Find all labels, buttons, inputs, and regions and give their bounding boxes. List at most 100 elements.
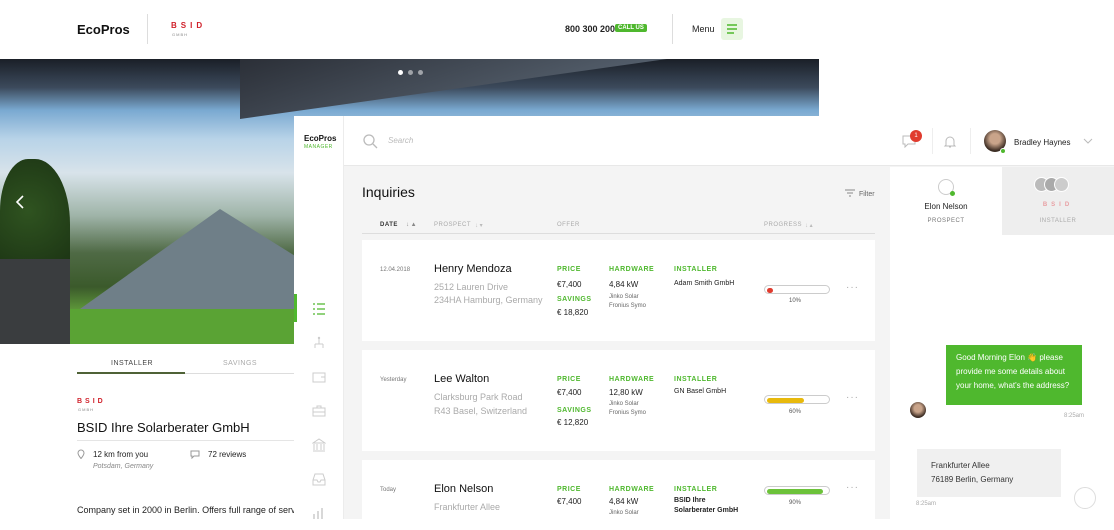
company-description: Company set in 2000 in Berlin. Offers fu… xyxy=(77,505,295,515)
column-progress[interactable]: PROGRESS xyxy=(764,222,802,228)
manager-topbar: Search 1 Bradley Haynes xyxy=(294,116,1114,166)
installer-name[interactable]: GN Basel GmbH xyxy=(674,388,726,395)
prospect-city: 234HA Hamburg, Germany xyxy=(434,295,543,305)
prospect-name[interactable]: Elon Nelson xyxy=(434,483,493,495)
more-options-icon[interactable]: ··· xyxy=(846,392,859,403)
profile-divider xyxy=(77,440,295,441)
installer-name[interactable]: Adam Smith GmbH xyxy=(674,280,734,287)
prospect-tab-label: PROSPECT xyxy=(927,218,965,224)
page-title: Inquiries xyxy=(362,184,415,200)
sort-arrows-icon[interactable]: ↓ ▴ xyxy=(805,222,813,229)
progress-fill xyxy=(767,288,773,293)
price-value: €7,400 xyxy=(557,388,582,397)
filter-icon[interactable] xyxy=(845,189,855,197)
bar-chart-icon[interactable] xyxy=(312,506,326,520)
hardware-label: HARDWARE xyxy=(609,486,655,493)
reviews-count[interactable]: 72 reviews xyxy=(208,450,246,459)
sort-arrows-icon[interactable]: ↓ ▾ xyxy=(475,222,483,229)
hamburger-icon xyxy=(727,24,737,34)
wallet-icon[interactable] xyxy=(312,370,326,384)
tab-active-indicator xyxy=(77,372,185,374)
column-offer[interactable]: OFFER xyxy=(557,222,580,228)
progress-text: 10% xyxy=(789,298,802,304)
carousel-dot-active[interactable] xyxy=(398,70,403,75)
installer-label: INSTALLER xyxy=(674,486,718,493)
tab-prospect[interactable]: Elon Nelson PROSPECT xyxy=(890,167,1002,235)
prospect-name: Elon Nelson xyxy=(924,202,968,211)
hero-lawn xyxy=(60,309,300,344)
partner-logo[interactable]: BSID xyxy=(171,21,206,30)
user-chat-avatar[interactable] xyxy=(1074,487,1096,509)
installer-name-line2[interactable]: Solarberater GmbH xyxy=(674,507,738,514)
message-line: 76189 Berlin, Germany xyxy=(931,475,1014,484)
partner-logo-sub: GMBH xyxy=(172,32,188,37)
tab-installer[interactable]: BSID INSTALLER xyxy=(1002,167,1114,235)
prospect-city: R43 Basel, Switzerland xyxy=(434,406,528,416)
more-options-icon[interactable]: ··· xyxy=(846,282,859,293)
chevron-left-icon[interactable] xyxy=(14,194,26,210)
savings-value: € 18,820 xyxy=(557,308,589,317)
tab-divider xyxy=(185,373,295,374)
savings-label: SAVINGS xyxy=(557,407,592,414)
hierarchy-icon[interactable] xyxy=(312,336,326,350)
hardware-kw: 4,84 kW xyxy=(609,497,639,506)
call-us-badge[interactable]: CALL US xyxy=(615,24,647,32)
inbox-icon[interactable] xyxy=(312,472,326,486)
menu-label[interactable]: Menu xyxy=(692,24,715,34)
column-date[interactable]: DATE xyxy=(380,222,398,228)
prospect-name[interactable]: Lee Walton xyxy=(434,373,489,385)
online-status-dot xyxy=(1000,148,1006,154)
hardware-panel: Jinko Solar xyxy=(609,294,639,300)
site-logo[interactable]: EcoPros xyxy=(77,22,130,37)
installer-avatar xyxy=(1054,177,1069,192)
comment-icon xyxy=(190,450,200,459)
carousel-dot[interactable] xyxy=(408,70,413,75)
installer-label: INSTALLER xyxy=(674,266,718,273)
manager-brand[interactable]: EcoPros xyxy=(304,134,336,143)
installer-name-line1[interactable]: BSID Ihre xyxy=(674,497,706,504)
notification-badge: 1 xyxy=(910,130,922,142)
search-input[interactable]: Search xyxy=(388,136,413,145)
hardware-panel: Jinko Solar xyxy=(609,401,639,407)
inquiry-card[interactable]: Yesterday Lee Walton Clarksburg Park Roa… xyxy=(362,350,875,451)
header-rule xyxy=(362,233,875,234)
chat-panel: Elon Nelson PROSPECT BSID INSTALLER Good… xyxy=(890,167,1114,519)
hero-wall xyxy=(0,259,70,344)
prospect-name[interactable]: Henry Mendoza xyxy=(434,263,512,275)
message-sent: Good Morning Elon 👋 please provide me so… xyxy=(946,345,1082,405)
sort-arrows-icon[interactable]: ↓ ▲ xyxy=(406,222,417,228)
online-status-dot xyxy=(950,191,955,196)
company-name: BSID Ihre Solarberater GmbH xyxy=(77,420,250,435)
filter-button[interactable]: Filter xyxy=(859,191,875,198)
hardware-inverter: Fronius Symo xyxy=(609,303,647,309)
list-icon[interactable] xyxy=(312,302,326,316)
manager-app: Search 1 Bradley Haynes EcoPros MANAGER … xyxy=(294,116,1114,530)
briefcase-icon[interactable] xyxy=(312,404,326,418)
carousel-dot[interactable] xyxy=(418,70,423,75)
bell-icon[interactable] xyxy=(943,134,957,149)
price-value: €7,400 xyxy=(557,280,582,289)
column-prospect[interactable]: PROSPECT xyxy=(434,222,471,228)
inquiry-card[interactable]: Today Elon Nelson Frankfurter Allee PRIC… xyxy=(362,460,875,530)
chevron-down-icon[interactable] xyxy=(1083,138,1093,145)
hardware-inverter: Fronius Symo xyxy=(609,410,647,416)
tab-installer[interactable]: INSTALLER xyxy=(111,360,153,367)
nav-active-indicator xyxy=(294,294,297,322)
user-name[interactable]: Bradley Haynes xyxy=(1014,138,1070,147)
inquiry-card[interactable]: 12.04.2018 Henry Mendoza 2512 Lauren Dri… xyxy=(362,240,875,341)
row-date: Yesterday xyxy=(380,377,407,383)
more-options-icon[interactable]: ··· xyxy=(846,482,859,493)
tab-savings[interactable]: SAVINGS xyxy=(223,360,257,367)
bank-icon[interactable] xyxy=(312,438,326,452)
search-icon[interactable] xyxy=(362,133,378,149)
phone-number[interactable]: 800 300 200 xyxy=(565,24,615,34)
message-line: Frankfurter Allee xyxy=(931,461,990,470)
prospect-address: 2512 Lauren Drive xyxy=(434,282,509,292)
menu-button[interactable] xyxy=(721,18,743,40)
savings-value: € 12,820 xyxy=(557,418,589,427)
price-label: PRICE xyxy=(557,486,581,493)
location-text: Potsdam, Germany xyxy=(93,463,154,470)
header-divider xyxy=(147,14,148,44)
hardware-kw: 12,80 kW xyxy=(609,388,643,397)
manager-sidebar: EcoPros MANAGER xyxy=(294,116,344,519)
